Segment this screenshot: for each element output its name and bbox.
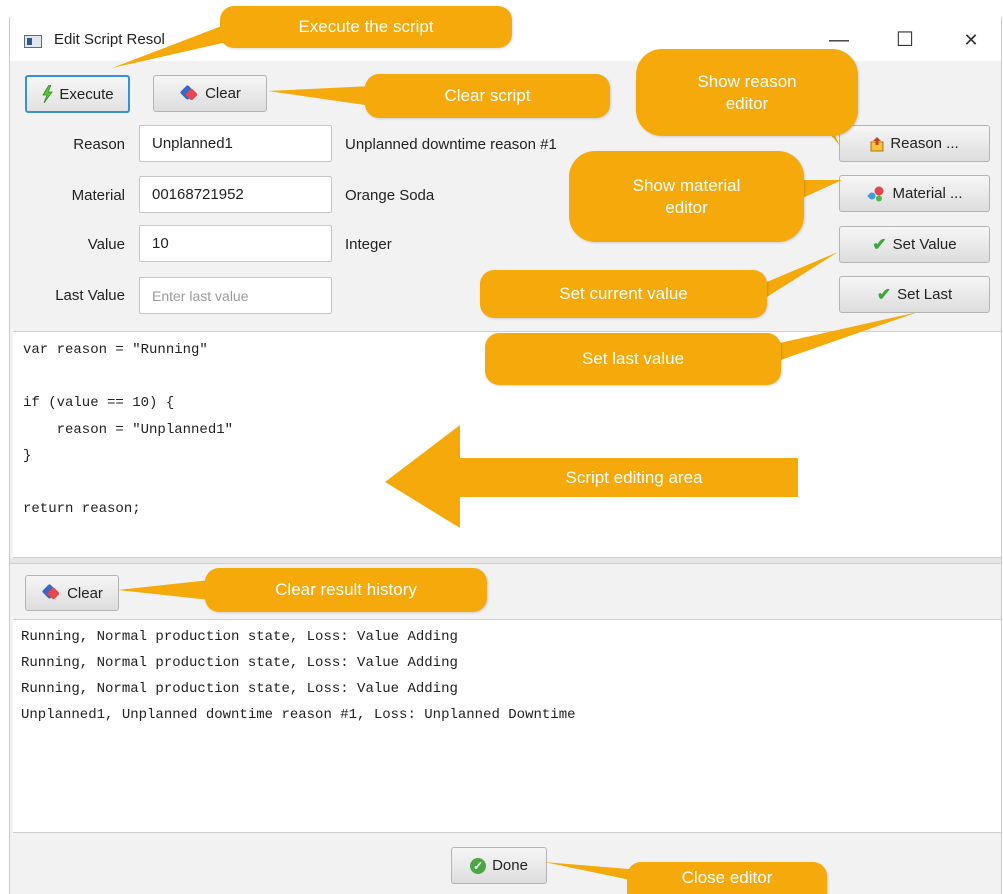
close-window-button[interactable]: ✕ (948, 25, 994, 55)
execute-button[interactable]: Execute (25, 75, 130, 113)
script-line: return reason; (23, 501, 141, 517)
last-value-label: Last Value (55, 287, 125, 304)
clear-results-button[interactable]: Clear (25, 575, 119, 611)
clear-results-button-label: Clear (67, 584, 103, 602)
checkmark-icon: ✔ (876, 284, 892, 304)
set-last-value-callout: Set last value (485, 333, 781, 385)
result-history[interactable]: Running, Normal production state, Loss: … (13, 619, 1001, 833)
reason-editor-callout: Show reason editor (636, 49, 858, 136)
edit-script-window: Edit Script Resol — ☐ ✕ Execute Clear Re… (9, 17, 1002, 894)
set-current-value-callout: Set current value (480, 270, 767, 318)
material-input[interactable] (139, 176, 332, 213)
reason-label: Reason (73, 136, 125, 153)
set-value-button[interactable]: ✔ Set Value (839, 226, 990, 263)
result-line: Unplanned1, Unplanned downtime reason #1… (21, 707, 576, 723)
material-label: Material (71, 187, 125, 204)
app-window-icon (24, 35, 42, 48)
value-input[interactable] (139, 225, 332, 262)
last-value-input[interactable] (139, 277, 332, 314)
reason-clipboard-icon (870, 136, 884, 152)
result-line: Running, Normal production state, Loss: … (21, 681, 458, 697)
material-editor-callout: Show material editor (569, 151, 804, 242)
window-title: Edit Script Resol (54, 31, 165, 48)
material-editor-button[interactable]: Material ... (839, 175, 990, 212)
reason-editor-button-label: Reason ... (890, 135, 959, 152)
script-line: reason = "Unplanned1" (23, 421, 234, 438)
result-line: Running, Normal production state, Loss: … (21, 655, 458, 671)
clear-script-button[interactable]: Clear (153, 75, 267, 112)
execute-button-label: Execute (59, 85, 114, 103)
split-pane-divider[interactable] (10, 558, 1001, 564)
lightning-bolt-icon (41, 84, 54, 104)
reason-description: Unplanned downtime reason #1 (345, 136, 557, 153)
reason-editor-button[interactable]: Reason ... (839, 125, 990, 162)
set-last-button[interactable]: ✔ Set Last (839, 276, 990, 313)
clear-history-callout: Clear result history (205, 568, 487, 612)
execute-callout: Execute the script (220, 6, 512, 48)
material-molecule-icon (866, 186, 886, 202)
value-type-description: Integer (345, 236, 392, 253)
reason-input[interactable] (139, 125, 332, 162)
value-label: Value (87, 236, 125, 253)
set-last-button-label: Set Last (897, 286, 953, 303)
script-area-callout: Script editing area (565, 467, 703, 487)
done-button-label: Done (492, 857, 528, 874)
script-line: if (value == 10) { (23, 395, 175, 411)
done-button[interactable]: ✓ Done (451, 847, 547, 884)
checkmark-icon: ✔ (872, 234, 887, 254)
clear-script-callout: Clear script (365, 74, 610, 118)
maximize-button[interactable]: ☐ (882, 25, 928, 55)
ok-circle-icon: ✓ (470, 857, 487, 874)
clear-script-button-label: Clear (205, 85, 241, 102)
result-line: Running, Normal production state, Loss: … (21, 629, 458, 645)
material-description: Orange Soda (345, 187, 435, 204)
set-value-button-label: Set Value (892, 236, 957, 253)
close-editor-callout: Close editor (627, 862, 827, 894)
eraser-icon (179, 88, 199, 100)
eraser-icon (41, 587, 61, 599)
material-editor-button-label: Material ... (892, 185, 963, 202)
